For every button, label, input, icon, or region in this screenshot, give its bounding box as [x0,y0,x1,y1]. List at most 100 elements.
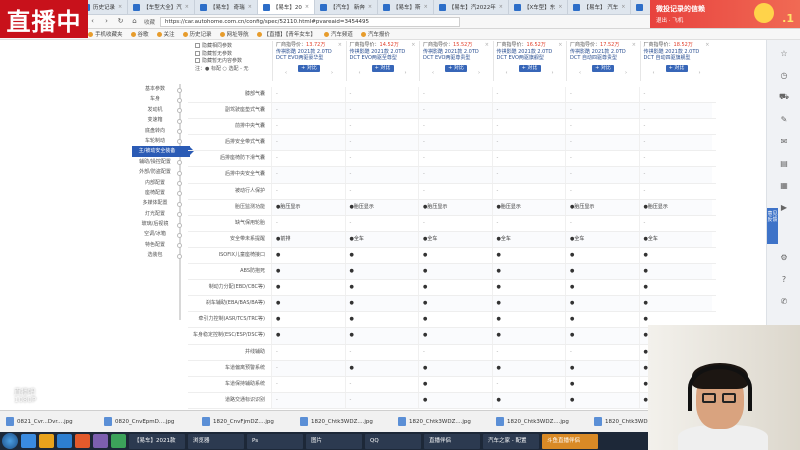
note-icon[interactable]: ✎ [779,114,789,124]
nav-item[interactable]: 内部配置 [134,178,184,188]
close-icon[interactable]: × [558,42,562,49]
nav-item[interactable]: 主/被动安全装备 [132,146,194,157]
taskbar-app-icon[interactable] [21,434,36,448]
browser-tab[interactable]: 【易车】汽2022年 × [434,0,509,14]
taskbar-app-icon[interactable] [57,434,72,448]
nav-item[interactable]: 车轮制动 [134,136,184,146]
close-icon[interactable]: × [248,4,252,10]
model-name[interactable]: 传祺影酷 2021款 2.0TD DCT EVO两驱至尊型 [350,49,416,62]
browser-tab[interactable]: 【易车】 奇瑞 × [195,0,258,14]
nav-item[interactable]: 车身 [134,94,184,104]
checkbox[interactable] [195,43,200,48]
grid-icon[interactable]: ▦ [779,180,789,190]
bookmark-item[interactable]: 关注 [156,30,175,38]
arrow-left-icon[interactable]: ‹ [285,70,287,77]
close-icon[interactable]: × [368,4,372,10]
arrow-right-icon[interactable]: › [552,70,554,77]
browser-tab[interactable]: 【X车型】东 × [509,0,569,14]
nav-item[interactable]: 空调/冰箱 [134,229,184,239]
close-icon[interactable]: × [411,42,415,49]
nav-item[interactable]: 多媒体配置 [134,198,184,208]
feedback-button[interactable]: 意见反馈 [767,208,778,244]
nav-item[interactable]: 底盘转向 [134,126,184,136]
taskbar-app-icon[interactable] [75,434,90,448]
bookmark-item[interactable]: 历史记录 [182,30,212,38]
browser-tab[interactable]: 【车型大全】汽 × [128,0,195,14]
taskbar-task[interactable]: 汽车之家 - 配置 [483,433,539,449]
back-icon[interactable]: ‹ [88,17,97,26]
favorite-label[interactable]: 收藏 [144,18,155,26]
arrow-left-icon[interactable]: ‹ [432,70,434,77]
nav-item[interactable]: 基本参数 [134,84,184,94]
close-icon[interactable]: × [705,42,709,49]
close-icon[interactable]: × [118,4,122,10]
checkbox[interactable] [195,58,200,63]
close-icon[interactable]: × [558,4,562,10]
taskbar-app-icon[interactable] [111,434,126,448]
arrow-left-icon[interactable]: ‹ [653,70,655,77]
nav-item[interactable]: 选装包 [134,250,184,260]
close-icon[interactable]: × [338,42,342,49]
home-icon[interactable]: ⌂ [130,17,139,26]
close-icon[interactable]: × [499,4,503,10]
close-icon[interactable]: × [424,4,428,10]
bookmark-item[interactable]: 【直播】【青年女车】 [256,30,316,38]
nav-item[interactable]: 特色配置 [134,240,184,250]
nav-item[interactable]: 外部/防盗配置 [134,167,184,177]
url-field[interactable]: https://car.autohome.com.cn/config/spec/… [160,16,461,27]
chat-icon[interactable]: ✆ [779,296,789,306]
nav-item[interactable]: 变速箱 [134,115,184,125]
taskbar-task[interactable]: Ps [247,433,303,449]
bookmark-item[interactable]: 汽车报价 [360,30,390,38]
arrow-left-icon[interactable]: ‹ [359,70,361,77]
start-button[interactable] [2,433,18,449]
arrow-right-icon[interactable]: › [625,70,627,77]
clock-icon[interactable]: ◷ [779,70,789,80]
bookmark-item[interactable]: 汽车频道 [323,30,353,38]
close-icon[interactable]: × [621,4,625,10]
help-icon[interactable]: ? [779,274,789,284]
forward-icon[interactable]: › [102,17,111,26]
arrow-right-icon[interactable]: › [405,70,407,77]
nav-item[interactable]: 辅助/操控配置 [134,157,184,167]
arrow-right-icon[interactable]: › [478,70,480,77]
taskbar-task[interactable]: 斗鱼直播伴侣 [542,433,598,449]
taskbar-task[interactable]: 直播伴侣 [424,433,480,449]
model-name[interactable]: 传祺影酷 2021款 2.0TD DCT 自动四驱旗舰型 [644,49,710,62]
arrow-left-icon[interactable]: ‹ [506,70,508,77]
taskbar-task[interactable]: QQ [365,433,421,449]
close-icon[interactable]: × [485,42,489,49]
arrow-right-icon[interactable]: › [331,70,333,77]
arrow-left-icon[interactable]: ‹ [579,70,581,77]
refresh-icon[interactable]: ↻ [116,17,125,26]
download-item[interactable]: 0820_CnvEpmD....jpg [104,417,194,426]
browser-tab[interactable]: 【汽车】 新奔 × [315,0,379,14]
download-item[interactable]: 1820_Chtk3WDZ....jpg [398,417,488,426]
nav-item[interactable]: 玻璃/后视镜 [134,219,184,229]
option-row[interactable]: 隐藏暂无内容参数 [195,58,270,66]
doc-icon[interactable]: ▤ [779,158,789,168]
settings-icon[interactable]: ⚙ [779,252,789,262]
star-icon[interactable]: ☆ [779,48,789,58]
checkbox[interactable] [195,50,200,56]
bookmark-item[interactable]: 谷歌 [130,30,149,38]
download-item[interactable]: 1820_Chtk3WDZ....jpg [496,417,586,426]
nav-item[interactable]: 发动机 [134,105,184,115]
taskbar-task[interactable]: 【易车】2021款 [129,433,185,449]
close-icon[interactable]: × [632,42,636,49]
option-row[interactable]: 隐藏相同参数 [195,43,270,51]
car-icon[interactable]: ⛟ [779,92,789,102]
close-icon[interactable]: × [305,4,309,10]
promo-banner[interactable]: 微投记录的信赖 退出 · 飞机 .1 [650,0,800,28]
browser-tab[interactable]: 【易车】20 × [257,0,316,14]
option-row[interactable]: 隐藏暂无参数 [195,50,270,59]
download-item[interactable]: 1820_Chtk3WDZ....jpg [300,417,390,426]
nav-item[interactable]: 座椅配置 [134,188,184,198]
taskbar-app-icon[interactable] [93,434,108,448]
model-name[interactable]: 传祺影酷 2021款 2.0TD DCT EVO两驱尊贵型 [423,49,489,62]
taskbar-task[interactable]: 图片 [306,433,362,449]
close-icon[interactable]: × [185,4,189,10]
download-item[interactable]: 1820_CnvFjmDZ....jpg [202,417,292,426]
download-item[interactable]: 0821_Cvr...Dvr....jpg [6,417,96,426]
video-icon[interactable]: ▶ [779,202,789,212]
